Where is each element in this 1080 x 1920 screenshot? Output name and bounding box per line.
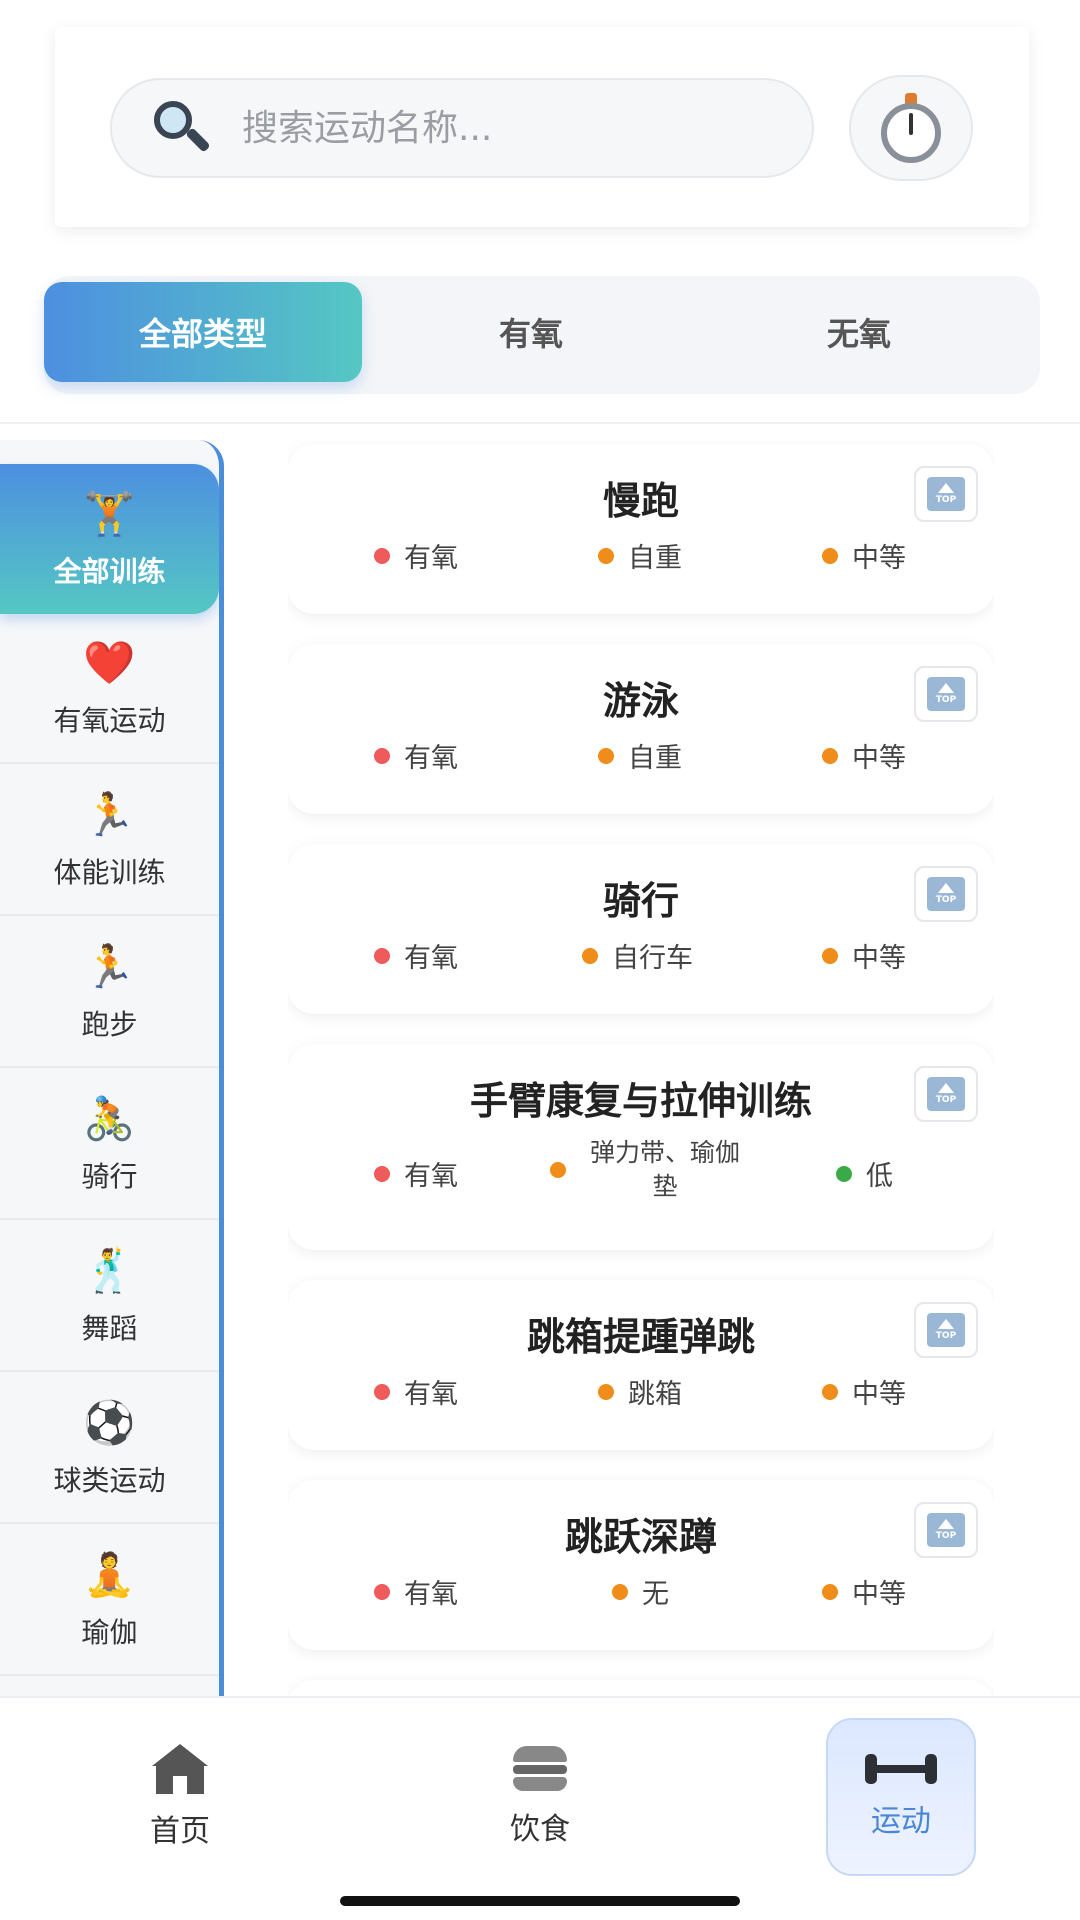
top-icon: TOP	[927, 1313, 965, 1347]
type-tag: 有氧	[374, 736, 458, 775]
tab-anaerobic[interactable]: 无氧	[700, 282, 1018, 382]
search-card	[55, 27, 1029, 227]
nav-label: 运动	[871, 1804, 931, 1839]
intensity-tag: 中等	[822, 936, 906, 975]
equipment-tag: 自行车	[582, 936, 693, 975]
pin-top-button[interactable]: TOP	[914, 866, 978, 922]
exercise-name: 慢跑	[602, 479, 679, 523]
intensity-tag: 中等	[822, 536, 906, 575]
sidebar-item-all-training[interactable]: 🏋️ 全部训练	[0, 464, 219, 614]
exercise-name: 手臂康复与拉伸训练	[469, 1079, 812, 1123]
sidebar-item-fitness[interactable]: 🏃 体能训练	[0, 766, 219, 916]
pin-top-button[interactable]: TOP	[914, 466, 978, 522]
exercise-name: 骑行	[602, 879, 679, 923]
nav-exercise[interactable]: 运动	[826, 1718, 976, 1876]
sidebar-item-cycling[interactable]: 🚴 骑行	[0, 1070, 219, 1220]
exercise-name: 跳跃深蹲	[564, 1515, 717, 1559]
sidebar-item-label: 有氧运动	[53, 704, 166, 737]
equipment-tag: 弹力带、瑜伽垫	[550, 1136, 750, 1204]
runner-icon: 🏃	[83, 790, 136, 839]
tab-aerobic[interactable]: 有氧	[372, 282, 690, 382]
top-icon: TOP	[927, 477, 965, 511]
nav-label: 首页	[150, 1814, 210, 1849]
intensity-tag: 中等	[822, 1372, 906, 1411]
search-input[interactable]	[242, 98, 762, 158]
nav-diet[interactable]: 饮食	[465, 1718, 615, 1876]
sidebar-item-dance[interactable]: 🕺 舞蹈	[0, 1222, 219, 1372]
pin-top-button[interactable]: TOP	[914, 1302, 978, 1358]
weightlifter-icon: 🏋️	[83, 489, 136, 538]
home-indicator[interactable]	[340, 1896, 740, 1906]
sidebar-item-ball-sports[interactable]: ⚽ 球类运动	[0, 1374, 219, 1524]
burger-icon	[513, 1746, 567, 1792]
category-sidebar: 🏋️ 全部训练 ❤️ 有氧运动 🏃 体能训练 🏃 跑步 🚴 骑行 🕺 舞蹈 ⚽ …	[0, 440, 224, 1700]
yoga-icon: 🧘	[83, 1550, 136, 1599]
nav-label: 饮食	[510, 1812, 570, 1847]
equipment-tag: 自重	[598, 536, 682, 575]
bottom-navigation: 首页 饮食 运动	[0, 1696, 1080, 1920]
divider	[0, 422, 1080, 424]
search-box[interactable]	[110, 78, 814, 178]
type-tag: 有氧	[374, 1372, 458, 1411]
exercise-library-screen: 全部类型 有氧 无氧 🏋️ 全部训练 ❤️ 有氧运动 🏃 体能训练 🏃 跑步 🚴…	[0, 0, 1080, 1920]
soccer-ball-icon: ⚽	[83, 1398, 136, 1447]
sidebar-item-label: 跑步	[81, 1008, 138, 1041]
home-icon	[152, 1744, 208, 1794]
sidebar-item-label: 骑行	[81, 1160, 138, 1193]
tab-all-types[interactable]: 全部类型	[44, 282, 362, 382]
type-tag: 有氧	[374, 1154, 458, 1193]
runner-icon: 🏃	[83, 942, 136, 991]
cyclist-icon: 🚴	[83, 1094, 136, 1143]
type-tag: 有氧	[374, 536, 458, 575]
top-icon: TOP	[927, 877, 965, 911]
equipment-tag: 跳箱	[598, 1372, 682, 1411]
exercise-card[interactable]: 手臂康复与拉伸训练 TOP 有氧 弹力带、瑜伽垫 低	[288, 1044, 994, 1250]
sidebar-item-label: 球类运动	[53, 1464, 166, 1497]
exercise-card[interactable]: 游泳 TOP 有氧 自重 中等	[288, 644, 994, 814]
sidebar-item-label: 舞蹈	[81, 1312, 138, 1345]
sidebar-item-yoga[interactable]: 🧘 瑜伽	[0, 1526, 219, 1676]
top-icon: TOP	[927, 1513, 965, 1547]
exercise-name: 跳箱提踵弹跳	[526, 1315, 755, 1359]
intensity-tag: 中等	[822, 736, 906, 775]
exercise-card[interactable]: 骑行 TOP 有氧 自行车 中等	[288, 844, 994, 1014]
intensity-tag: 中等	[822, 1572, 906, 1611]
type-tag: 有氧	[374, 936, 458, 975]
top-icon: TOP	[927, 1077, 965, 1111]
type-tag: 有氧	[374, 1572, 458, 1611]
pin-top-button[interactable]: TOP	[914, 666, 978, 722]
pin-top-button[interactable]: TOP	[914, 1502, 978, 1558]
equipment-tag: 自重	[598, 736, 682, 775]
sidebar-item-label: 体能训练	[53, 856, 166, 889]
magnifier-icon	[152, 99, 211, 157]
sidebar-item-running[interactable]: 🏃 跑步	[0, 918, 219, 1068]
sidebar-item-label: 全部训练	[53, 555, 166, 588]
exercise-card[interactable]: 跳跃深蹲 TOP 有氧 无 中等	[288, 1480, 994, 1650]
nav-home[interactable]: 首页	[105, 1718, 255, 1876]
sidebar-item-aerobic[interactable]: ❤️ 有氧运动	[0, 614, 219, 764]
exercise-card[interactable]: 慢跑 TOP 有氧 自重 中等	[288, 444, 994, 614]
exercise-name: 游泳	[602, 679, 679, 723]
sidebar-item-label: 瑜伽	[81, 1616, 138, 1649]
exercise-card[interactable]: 跳箱提踵弹跳 TOP 有氧 跳箱 中等	[288, 1280, 994, 1450]
intensity-tag: 低	[836, 1154, 893, 1193]
dumbbell-icon	[865, 1754, 937, 1784]
exercise-list: 慢跑 TOP 有氧 自重 中等 游泳 TOP 有氧 自重 中等 骑行 TOP 有…	[288, 440, 994, 1700]
stopwatch-icon	[879, 93, 943, 163]
dancer-icon: 🕺	[83, 1246, 136, 1295]
type-filter-tabs: 全部类型 有氧 无氧	[44, 276, 1040, 394]
pin-top-button[interactable]: TOP	[914, 1066, 978, 1122]
equipment-tag: 无	[612, 1572, 669, 1611]
heart-icon: ❤️	[83, 638, 136, 687]
top-icon: TOP	[927, 677, 965, 711]
timer-button[interactable]	[849, 75, 973, 181]
